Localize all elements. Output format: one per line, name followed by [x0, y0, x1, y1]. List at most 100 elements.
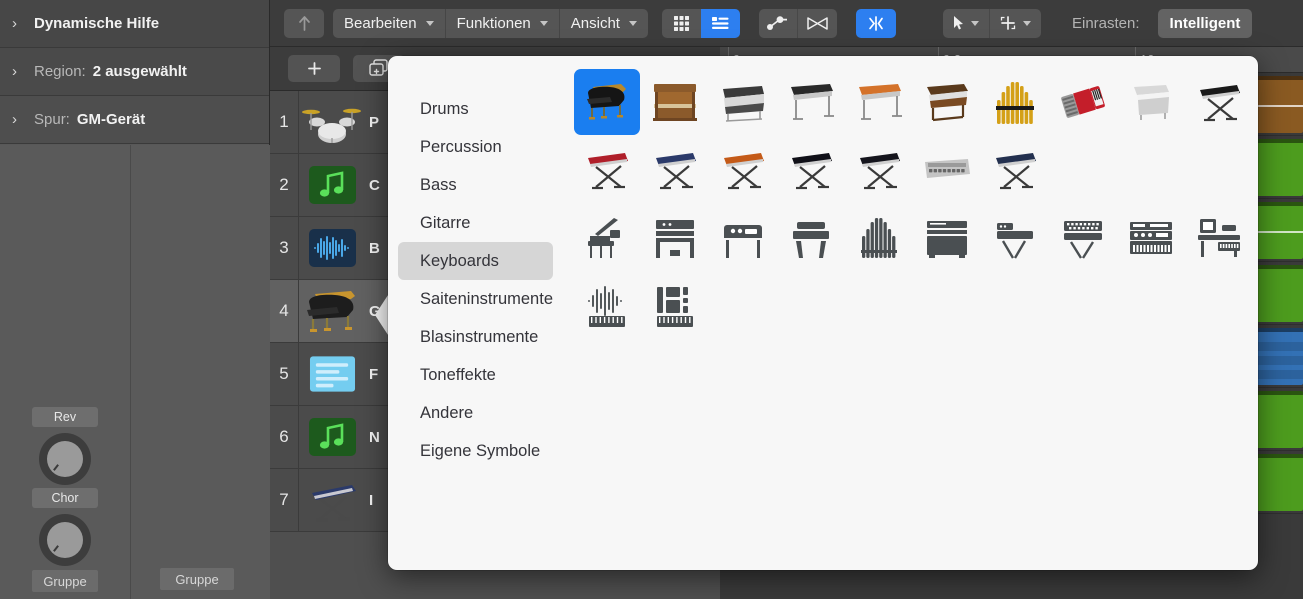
category-item-bass[interactable]: Bass — [398, 166, 553, 204]
track-name: P — [369, 114, 379, 131]
pointer-tool[interactable] — [943, 9, 990, 38]
chevron-down-icon — [971, 21, 979, 26]
menu-bearbeiten[interactable]: Bearbeiten — [333, 9, 446, 38]
category-item-percussion[interactable]: Percussion — [398, 128, 553, 166]
track-name: I — [369, 492, 373, 509]
category-item-drums[interactable]: Drums — [398, 90, 553, 128]
drumkit-icon[interactable] — [299, 97, 365, 147]
drum-machine-silver-icon[interactable] — [914, 137, 980, 203]
chevron-right-icon: › — [12, 112, 34, 127]
menu-funktionen[interactable]: Funktionen — [446, 9, 560, 38]
synth-orange-stand-icon[interactable] — [710, 137, 776, 203]
region-value-label: 2 ausgewählt — [93, 63, 187, 80]
category-label: Gitarre — [420, 214, 470, 233]
grand-piano-photo-icon[interactable] — [574, 69, 640, 135]
send-chor-knob[interactable] — [39, 514, 91, 566]
combo-organ-wood-icon[interactable] — [914, 69, 980, 135]
audio-waveform-icon[interactable] — [299, 223, 365, 273]
inspector-region[interactable]: › Region: 2 ausgewählt — [0, 48, 269, 96]
chevron-down-icon — [1023, 21, 1031, 26]
chevron-down-icon — [426, 21, 434, 26]
midi-note-icon[interactable] — [299, 412, 365, 462]
chevron-right-icon: › — [12, 64, 34, 79]
inspector-track[interactable]: › Spur: GM-Gerät — [0, 96, 269, 144]
category-label: Andere — [420, 404, 473, 423]
pipe-organ-gold-icon[interactable] — [982, 69, 1048, 135]
icon-grid-row — [573, 204, 1253, 272]
fade-bowtie-icon[interactable] — [798, 9, 837, 38]
category-item-eigene-symbole[interactable]: Eigene Symbole — [398, 432, 553, 470]
workstation-stand-outline-icon[interactable] — [1050, 205, 1116, 271]
folder-stack-icon[interactable] — [299, 349, 365, 399]
sampler-keys-outline-icon[interactable] — [642, 273, 708, 339]
category-item-saiteninstrumente[interactable]: Saiteninstrumente — [398, 280, 553, 318]
track-icon-tile — [309, 355, 356, 393]
category-label: Bass — [420, 176, 457, 195]
combo-organ-outline-icon[interactable] — [914, 205, 980, 271]
group-button-right[interactable]: Gruppe — [160, 568, 234, 590]
menu-funktionen-label: Funktionen — [457, 15, 531, 32]
track-name: B — [369, 240, 380, 257]
upright-piano-outline-icon[interactable] — [642, 205, 708, 271]
add-track-button[interactable] — [288, 55, 340, 82]
inspector-dynamic-help[interactable]: › Dynamische Hilfe — [0, 0, 269, 48]
icon-grid-row — [573, 136, 1253, 204]
stage-piano-black-icon[interactable] — [778, 69, 844, 135]
chevron-down-icon — [540, 21, 548, 26]
track-number: 7 — [270, 490, 298, 510]
track-icon-tile — [309, 229, 356, 267]
midi-note-icon[interactable] — [299, 160, 365, 210]
computer-keyboard-outline-icon[interactable] — [1186, 205, 1252, 271]
pipe-organ-outline-icon[interactable] — [846, 205, 912, 271]
clavinet-white-icon[interactable] — [1118, 69, 1184, 135]
flex-pitch-icon[interactable] — [856, 9, 896, 38]
list-view-icon[interactable] — [701, 9, 740, 38]
flex-automation-icon[interactable] — [759, 9, 798, 38]
track-number: 4 — [270, 301, 298, 321]
secondary-tool[interactable] — [990, 9, 1041, 38]
dynamic-help-label: Dynamische Hilfe — [34, 15, 159, 32]
synth-red-stand-icon[interactable] — [574, 137, 640, 203]
logic-pro-window: › Dynamische Hilfe › Region: 2 ausgewähl… — [0, 0, 1303, 599]
send-chor-button[interactable]: Chor — [32, 488, 98, 508]
waveform-keys-outline-icon[interactable] — [574, 273, 640, 339]
stage-piano-orange-icon[interactable] — [846, 69, 912, 135]
category-item-andere[interactable]: Andere — [398, 394, 553, 432]
send-rev-knob[interactable] — [39, 433, 91, 485]
track-number: 1 — [270, 112, 298, 132]
clavichord-outline-icon[interactable] — [778, 205, 844, 271]
keyboard-stand-black-icon[interactable] — [1186, 69, 1252, 135]
snap-value-dropdown[interactable]: Intelligent — [1158, 9, 1253, 38]
synth-stand-outline-icon[interactable] — [982, 205, 1048, 271]
icon-grid-row — [573, 68, 1253, 136]
synth-black-stand-icon[interactable] — [846, 137, 912, 203]
category-label: Drums — [420, 100, 469, 119]
up-arrow-icon[interactable] — [284, 9, 324, 38]
channel-strip-right: Gruppe — [132, 145, 270, 599]
grid-view-icon[interactable] — [662, 9, 701, 38]
icon-grid-row — [573, 272, 1253, 340]
stage-piano-outline-icon[interactable] — [710, 205, 776, 271]
digital-piano-black-icon[interactable] — [710, 69, 776, 135]
grand-piano-outline-icon[interactable] — [574, 205, 640, 271]
modular-synth-outline-icon[interactable] — [1118, 205, 1184, 271]
menu-ansicht[interactable]: Ansicht — [560, 9, 648, 38]
accordion-red-icon[interactable] — [1050, 69, 1116, 135]
track-number: 3 — [270, 238, 298, 258]
synth-dark-stand-icon[interactable] — [778, 137, 844, 203]
keyboard-stand-icon[interactable] — [299, 475, 365, 525]
send-rev-button[interactable]: Rev — [32, 407, 98, 427]
category-list: Drums Percussion Bass Gitarre Keyboards Saite… — [388, 56, 563, 570]
category-item-gitarre[interactable]: Gitarre — [398, 204, 553, 242]
category-item-toneffekte[interactable]: Toneffekte — [398, 356, 553, 394]
inspector-panel: › Dynamische Hilfe › Region: 2 ausgewähl… — [0, 0, 270, 599]
group-button-left[interactable]: Gruppe — [32, 570, 98, 592]
workstation-stand-icon[interactable] — [982, 137, 1048, 203]
category-item-blasinstrumente[interactable]: Blasinstrumente — [398, 318, 553, 356]
upright-piano-wood-icon[interactable] — [642, 69, 708, 135]
category-label: Keyboards — [420, 252, 499, 271]
grand-piano-icon[interactable] — [299, 286, 365, 336]
category-item-keyboards[interactable]: Keyboards — [398, 242, 553, 280]
category-label: Blasinstrumente — [420, 328, 538, 347]
synth-blue-panel-icon[interactable] — [642, 137, 708, 203]
